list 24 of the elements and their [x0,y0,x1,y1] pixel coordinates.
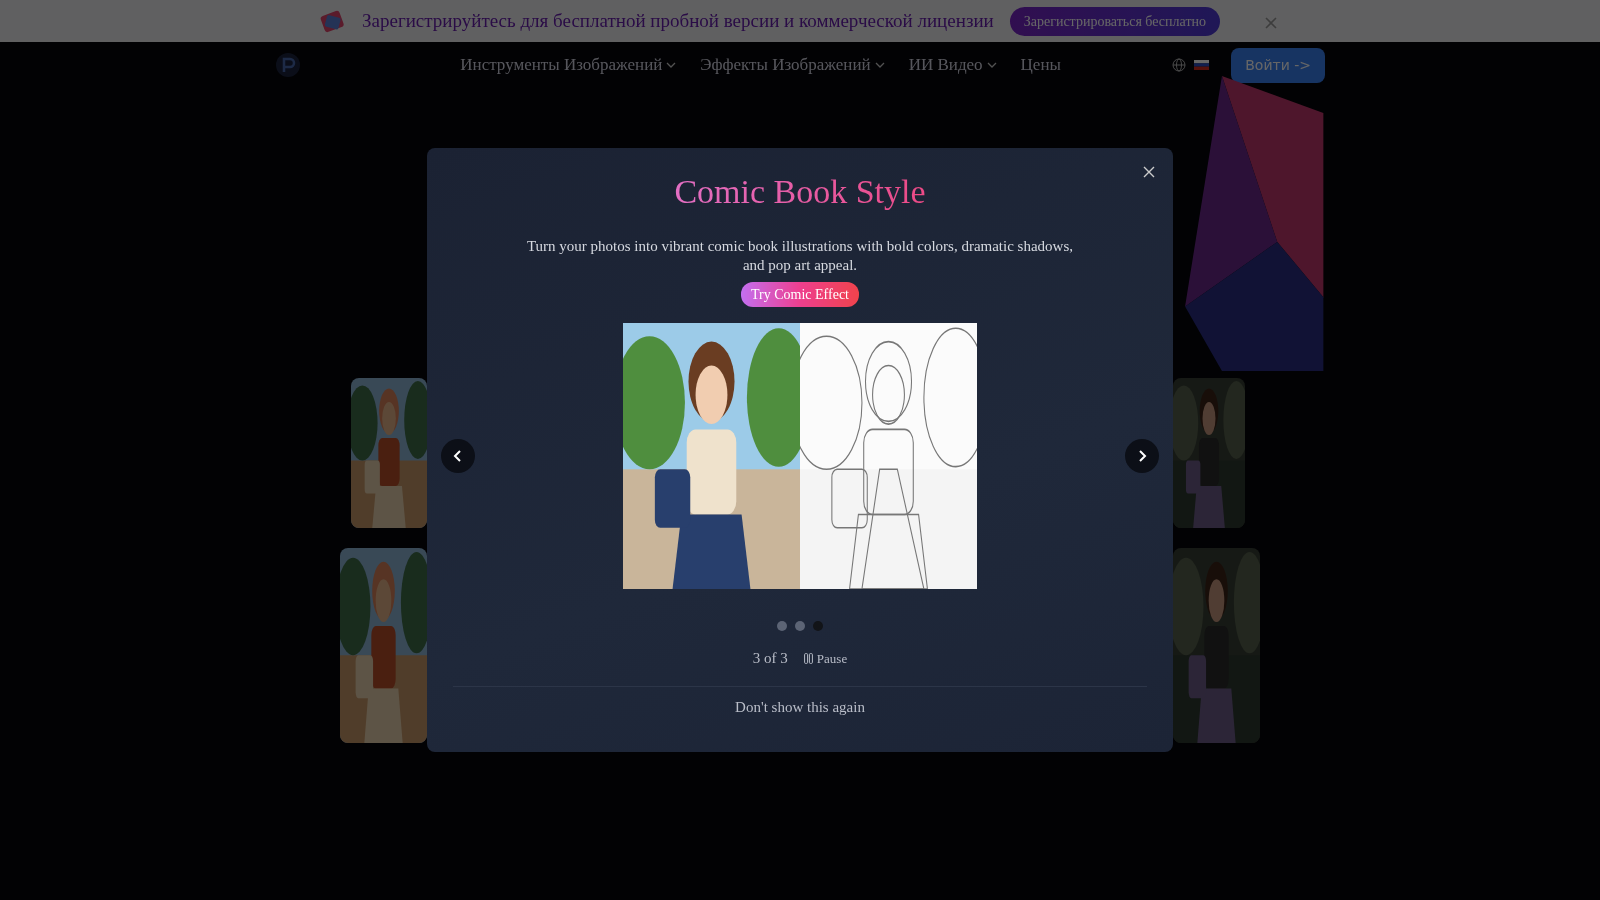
try-effect-button[interactable]: Try Comic Effect [741,282,859,308]
nav-link[interactable]: Эффекты Изображений [700,52,885,78]
pause-icon [803,653,813,665]
flag-icon[interactable] [1194,60,1210,70]
logo-icon[interactable] [275,52,301,78]
globe-icon[interactable] [1172,58,1187,72]
nav-link[interactable]: ИИ Видео [908,52,997,78]
nav-link[interactable]: Цены [1020,52,1061,78]
pause-button[interactable]: Pause [803,648,848,669]
chevron-left-icon [452,450,464,463]
previous-button[interactable] [441,439,475,474]
banner-text: Зарегистрируйтесь для бесплатной пробной версии и коммерческой лицензии [362,8,994,33]
nav-link[interactable]: Инструменты Изображений [460,52,677,78]
login-button[interactable]: Войти -> [1231,47,1325,83]
slide-indicator[interactable] [777,621,787,632]
chevron-right-icon [1136,450,1148,463]
slide-counter: 3 of 3 [752,649,788,669]
close-icon [1143,166,1155,179]
modal-description: Turn your photos into vibrant comic book illustrations with bold colors, dramatic shadows, and pop art appeal. [525,236,1075,275]
signup-button[interactable]: Зарегистрироваться бесплатно [1009,6,1220,36]
slide-indicator[interactable] [795,621,805,632]
next-button[interactable] [1125,439,1159,474]
dismiss-link[interactable]: Don't show this again [729,694,871,720]
close-icon [1264,16,1278,31]
